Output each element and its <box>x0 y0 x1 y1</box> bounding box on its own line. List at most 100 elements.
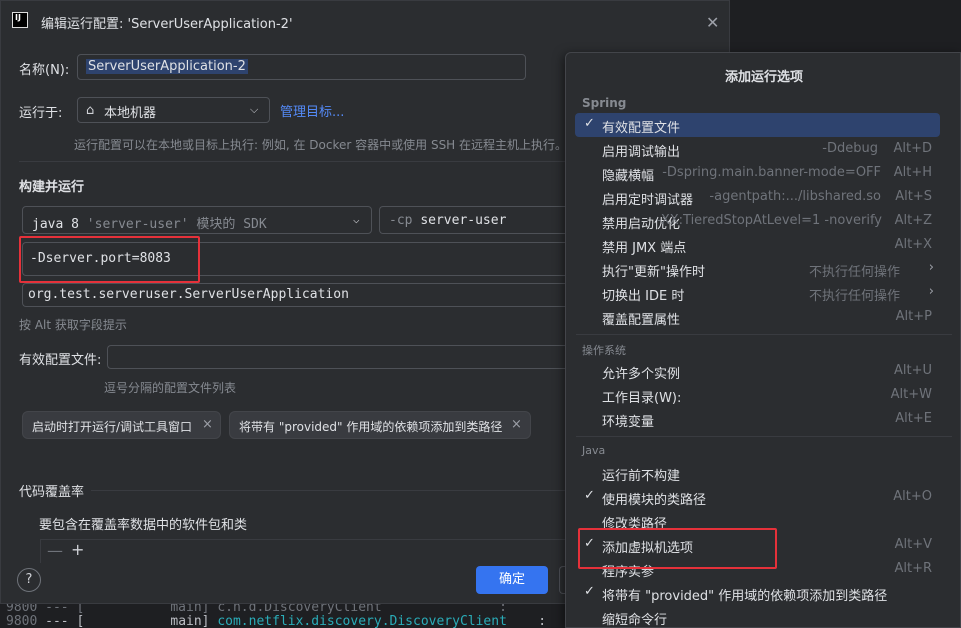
menu-item-provided-scope[interactable]: ✓ 将带有 "provided" 作用域的依赖项添加到类路径 <box>575 581 940 605</box>
console-line-text: --- [ main] <box>37 614 218 628</box>
profiles-label: 有效配置文件: <box>19 353 102 368</box>
chip-label: 将带有 "provided" 作用域的依赖项添加到类路径 <box>239 420 503 434</box>
menu-item-on-frame-deactivation[interactable]: 切换出 IDE 时 不执行任何操作 › <box>575 281 940 305</box>
menu-item-timed-debugger[interactable]: 启用定时调试器 -agentpath:.../libshared.so Alt+… <box>575 185 940 209</box>
main-class-field[interactable]: org.test.serveruser.ServerUserApplicatio… <box>22 283 582 307</box>
home-icon: ⌂ <box>86 103 95 118</box>
shortcut: Alt+R <box>894 561 932 576</box>
close-icon[interactable]: × <box>202 417 213 432</box>
check-icon: ✓ <box>584 584 595 599</box>
coverage-toolbar: — + <box>40 539 570 563</box>
console-line-number: 9800 <box>6 614 38 628</box>
shortcut: Alt+U <box>893 363 932 378</box>
ok-button[interactable]: 确定 <box>476 566 548 594</box>
divider <box>91 490 569 491</box>
shortcut: Alt+X <box>894 237 932 252</box>
profiles-field[interactable] <box>107 345 582 369</box>
jdk-select[interactable]: java 8 'server-user' 模块的 SDK ⌵ <box>22 206 372 234</box>
menu-item-label: 使用模块的类路径 <box>602 493 707 508</box>
close-icon[interactable]: ✕ <box>706 13 719 32</box>
menu-item-override-props[interactable]: 覆盖配置属性 Alt+P <box>575 305 940 329</box>
name-value: ServerUserApplication-2 <box>86 59 248 74</box>
cp-flag: -cp <box>389 213 413 228</box>
shortcut: Alt+O <box>893 489 932 504</box>
menu-item-label: 隐藏横幅 <box>602 169 655 184</box>
menu-item-desc: -Ddebug <box>822 141 878 156</box>
menu-item-desc: -agentpath:.../libshared.so <box>709 189 881 204</box>
group-os: 操作系统 <box>582 344 626 357</box>
dialog-title: 编辑运行配置: 'ServerUserApplication-2' <box>41 17 293 32</box>
menu-item-debug-output[interactable]: 启用调试输出 -Ddebug Alt+D <box>575 137 940 161</box>
group-spring: Spring <box>582 96 627 110</box>
run-on-hint: 运行配置可以在本地或目标上执行: 例如, 在 Docker 容器中或使用 SSH… <box>74 138 568 152</box>
popup-title: 添加运行选项 <box>724 70 803 85</box>
menu-item-label: 执行"更新"操作时 <box>602 265 705 280</box>
help-button[interactable]: ? <box>17 568 41 592</box>
menu-item-desc: -Dspring.main.banner-mode=OFF <box>662 165 881 180</box>
intellij-logo-icon <box>12 12 28 28</box>
manage-targets-link[interactable]: 管理目标... <box>280 101 344 120</box>
build-run-header: 构建并运行 <box>19 180 85 195</box>
remove-icon[interactable]: — <box>47 541 63 560</box>
menu-item-shorten-cmdline[interactable]: 缩短命令行 <box>575 605 940 628</box>
menu-item-label: 运行前不构建 <box>602 469 681 484</box>
menu-item-label: 缩短命令行 <box>602 613 668 628</box>
divider <box>19 161 579 162</box>
menu-item-desc: 不执行任何操作 <box>808 289 900 304</box>
jdk-value: java 8 <box>32 217 79 232</box>
menu-item-label: 禁用 JMX 端点 <box>602 241 687 256</box>
menu-item-label: 环境变量 <box>602 415 655 430</box>
run-on-select[interactable]: ⌂ 本地机器 ⌵ <box>77 97 270 123</box>
menu-item-label: 覆盖配置属性 <box>602 313 681 328</box>
chip-provided-scope[interactable]: 将带有 "provided" 作用域的依赖项添加到类路径 × <box>229 411 531 439</box>
shortcut: Alt+Z <box>894 213 932 228</box>
shortcut: Alt+P <box>895 309 932 324</box>
chip-open-tool-window[interactable]: 启动时打开运行/调试工具窗口 × <box>22 411 221 439</box>
jdk-module: 'server-user' <box>86 217 189 232</box>
annotation-highlight <box>19 236 200 283</box>
profiles-hint: 逗号分隔的配置文件列表 <box>104 381 237 395</box>
chevron-right-icon: › <box>928 260 934 275</box>
menu-item-module-classpath[interactable]: ✓ 使用模块的类路径 Alt+O <box>575 485 940 509</box>
shortcut: Alt+W <box>890 387 932 402</box>
chevron-down-icon: ⌵ <box>353 213 360 226</box>
menu-item-label: 启用调试输出 <box>602 145 681 160</box>
divider <box>576 334 952 335</box>
menu-item-label: 工作目录(W): <box>602 391 682 406</box>
menu-item-disable-jmx[interactable]: 禁用 JMX 端点 Alt+X <box>575 233 940 257</box>
close-icon[interactable]: × <box>511 417 522 432</box>
menu-item-env-vars[interactable]: 环境变量 Alt+E <box>575 407 940 431</box>
classpath-select[interactable]: -cp server-user <box>379 206 579 234</box>
menu-item-desc: 不执行任何操作 <box>808 265 900 280</box>
main-class-value: org.test.serveruser.ServerUserApplicatio… <box>28 287 349 302</box>
add-icon[interactable]: + <box>71 540 84 559</box>
check-icon: ✓ <box>584 116 595 131</box>
menu-item-disable-launch-opt[interactable]: 禁用启动优化 -XX:TieredStopAtLevel=1 -noverify… <box>575 209 940 233</box>
console-line-class: com.netflix.discovery.DiscoveryClient <box>217 614 507 628</box>
console-line-end: : <box>506 614 547 628</box>
menu-item-no-build[interactable]: 运行前不构建 <box>575 461 940 485</box>
chip-label: 启动时打开运行/调试工具窗口 <box>32 420 193 434</box>
menu-item-on-update[interactable]: 执行"更新"操作时 不执行任何操作 › <box>575 257 940 281</box>
alt-hint: 按 Alt 获取字段提示 <box>19 318 127 332</box>
run-on-value: 本地机器 <box>104 106 157 121</box>
group-java: Java <box>582 444 606 457</box>
shortcut: Alt+D <box>893 141 932 156</box>
menu-item-label: 有效配置文件 <box>602 121 681 136</box>
shortcut: Alt+E <box>895 411 932 426</box>
menu-item-multiple-instances[interactable]: 允许多个实例 Alt+U <box>575 359 940 383</box>
cp-value: server-user <box>420 213 507 228</box>
menu-item-desc: -XX:TieredStopAtLevel=1 -noverify <box>656 213 882 228</box>
chevron-right-icon: › <box>928 284 934 299</box>
menu-item-label: 允许多个实例 <box>602 367 681 382</box>
coverage-packages-label: 要包含在覆盖率数据中的软件包和类 <box>39 518 248 533</box>
divider <box>576 436 952 437</box>
name-field[interactable]: ServerUserApplication-2 <box>77 54 526 80</box>
menu-item-hide-banner[interactable]: 隐藏横幅 -Dspring.main.banner-mode=OFF Alt+H <box>575 161 940 185</box>
menu-item-working-dir[interactable]: 工作目录(W): Alt+W <box>575 383 940 407</box>
shortcut: Alt+V <box>894 537 932 552</box>
annotation-highlight <box>578 528 777 569</box>
menu-item-label: 启用定时调试器 <box>602 193 694 208</box>
console-line: 9800 --- [ main] com.netflix.discovery.D… <box>6 614 546 628</box>
menu-item-active-profiles[interactable]: ✓ 有效配置文件 <box>575 113 940 137</box>
